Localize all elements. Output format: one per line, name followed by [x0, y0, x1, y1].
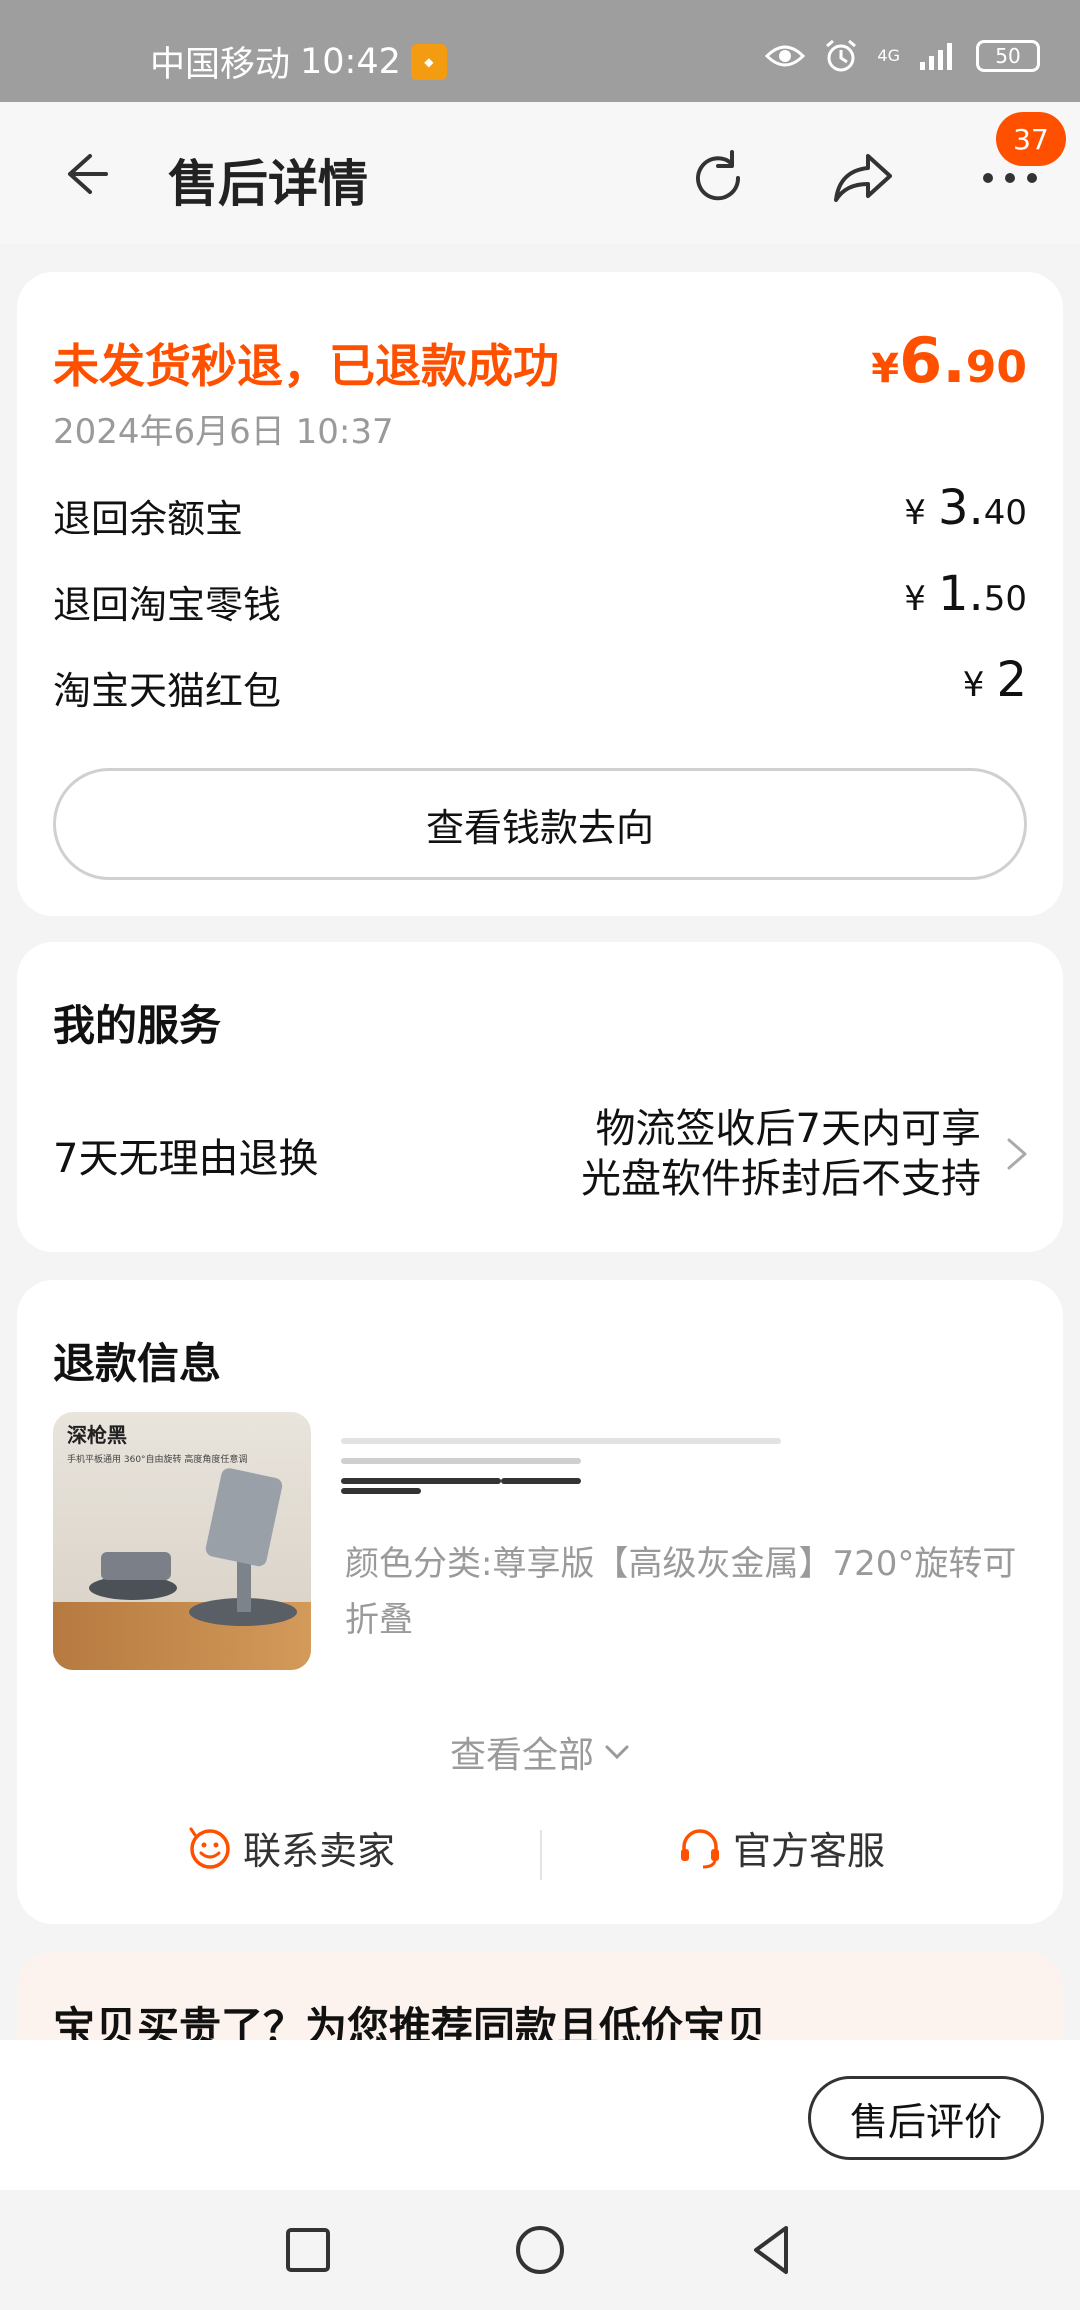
- service-name: 7天无理由退换: [53, 1136, 319, 1182]
- bottom-action-bar: 售后评价: [0, 2040, 1080, 2190]
- amount-int: 1.: [937, 566, 984, 622]
- see-all-label: 查看全部: [449, 1735, 594, 1776]
- service-desc-line: 光盘软件拆封后不支持: [581, 1156, 981, 1202]
- signal-icon: [920, 43, 952, 70]
- alarm-icon: [826, 39, 857, 72]
- refund-info-title: 退款信息: [53, 1339, 222, 1388]
- product-image-subtext: 手机平板通用 360°自由旋转 高度角度任意调: [67, 1453, 247, 1465]
- notification-badge: 37: [996, 112, 1066, 166]
- status-bar: 中国移动 10:42 ◆ 4G 50: [0, 0, 1080, 102]
- product-photo: 深枪黑 手机平板通用 360°自由旋转 高度角度任意调: [53, 1412, 311, 1670]
- refund-info-card: 退款信息 深枪黑 手机平板通用 360°自由旋转 高度角度任意调 颜色分类:尊享…: [17, 1280, 1063, 1924]
- refund-line: 淘宝天猫红包 ¥ 2: [53, 652, 1027, 713]
- battery-icon: 50: [976, 40, 1040, 72]
- status-left: 中国移动 10:42 ◆: [150, 36, 447, 87]
- eye-icon: [765, 45, 806, 67]
- battery-level: 50: [995, 44, 1021, 68]
- home-icon[interactable]: [510, 2220, 570, 2280]
- refund-total-dec: 90: [965, 342, 1027, 393]
- status-right: 4G 50: [765, 38, 1040, 74]
- amount-dec: 50: [983, 579, 1027, 619]
- refund-line-label: 退回淘宝零钱: [53, 583, 282, 627]
- smile-chat-icon: [189, 1827, 230, 1869]
- amount-int: 2: [996, 652, 1027, 708]
- divider: [540, 1830, 542, 1880]
- contact-row: 联系卖家 官方客服: [17, 1820, 1063, 1890]
- product-image[interactable]: 深枪黑 手机平板通用 360°自由旋转 高度角度任意调: [53, 1412, 311, 1670]
- refund-line: 退回余额宝 ¥ 3.40: [53, 480, 1027, 541]
- carrier-name: 中国移动: [150, 45, 291, 85]
- see-all-link[interactable]: 查看全部: [17, 1726, 1063, 1778]
- service-card[interactable]: 我的服务 7天无理由退换 物流签收后7天内可享 光盘软件拆封后不支持: [17, 942, 1063, 1252]
- product-image-text: 深枪黑: [67, 1423, 127, 1447]
- service-description: 物流签收后7天内可享 光盘软件拆封后不支持: [581, 1104, 981, 1204]
- app-notification-icon: ◆: [410, 43, 447, 80]
- chevron-right-icon[interactable]: [1001, 1132, 1033, 1176]
- nav-bar: 售后详情: [0, 102, 1080, 244]
- product-title-redacted[interactable]: [341, 1420, 1001, 1500]
- headset-icon: [681, 1828, 719, 1868]
- refund-line-amount: ¥ 3.40: [904, 480, 1027, 536]
- back-nav-icon[interactable]: [742, 2220, 802, 2280]
- refund-line-label: 退回余额宝: [53, 497, 244, 541]
- page-title: 售后详情: [168, 155, 368, 213]
- recent-apps-icon[interactable]: [278, 2220, 338, 2280]
- refund-line-label: 淘宝天猫红包: [53, 669, 282, 713]
- refresh-icon[interactable]: [682, 142, 754, 214]
- refund-line-amount: ¥ 2: [963, 652, 1027, 708]
- service-desc-line: 物流签收后7天内可享: [595, 1106, 981, 1152]
- share-icon[interactable]: [828, 142, 900, 214]
- refund-total-int: 6.: [899, 324, 966, 397]
- product-spec: 颜色分类:尊享版【高级灰金属】720°旋转可折叠: [345, 1544, 1017, 1640]
- track-refund-button[interactable]: 查看钱款去向: [53, 768, 1027, 880]
- back-arrow-icon[interactable]: [50, 142, 114, 206]
- service-section-title: 我的服务: [53, 1001, 222, 1050]
- amount-int: 3.: [937, 480, 984, 536]
- refund-line: 退回淘宝零钱 ¥ 1.50: [53, 566, 1027, 627]
- system-nav-bar: [0, 2190, 1080, 2310]
- refund-total-currency: ¥: [871, 346, 900, 392]
- contact-seller-button[interactable]: 联系卖家: [187, 1820, 395, 1875]
- refund-summary-card: 未发货秒退，已退款成功 ¥6.90 2024年6月6日 10:37 退回余额宝 …: [17, 272, 1063, 916]
- refund-total: ¥6.90: [871, 324, 1027, 397]
- refund-date: 2024年6月6日 10:37: [53, 412, 394, 452]
- after-sale-review-button[interactable]: 售后评价: [808, 2076, 1044, 2160]
- refund-line-amount: ¥ 1.50: [904, 566, 1027, 622]
- chevron-down-icon: [605, 1745, 629, 1760]
- clock: 10:42: [300, 41, 401, 82]
- official-service-label: 官方客服: [733, 1829, 886, 1873]
- currency-symbol: ¥: [962, 665, 985, 705]
- contact-seller-label: 联系卖家: [243, 1829, 396, 1873]
- amount-dec: 40: [983, 493, 1027, 533]
- network-type: 4G: [877, 46, 900, 65]
- currency-symbol: ¥: [904, 493, 926, 533]
- refund-status: 未发货秒退，已退款成功: [53, 339, 559, 393]
- official-service-button[interactable]: 官方客服: [677, 1820, 885, 1875]
- currency-symbol: ¥: [904, 579, 926, 619]
